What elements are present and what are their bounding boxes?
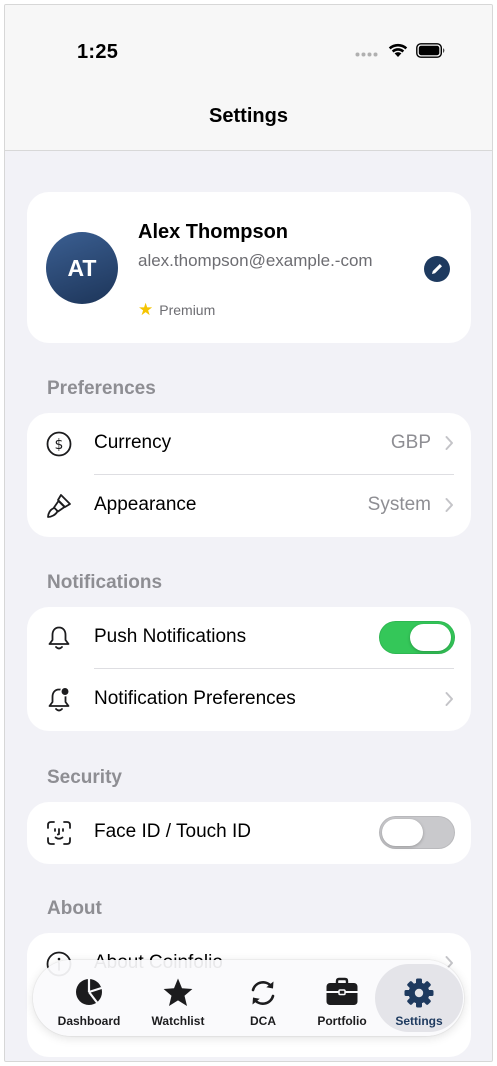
section-header-preferences: Preferences (47, 378, 156, 399)
notification-preferences-row[interactable]: Notification Preferences (27, 669, 471, 731)
chevron-right-icon (445, 436, 453, 450)
tab-portfolio-label: Portfolio (317, 1014, 367, 1028)
pencil-icon (432, 264, 442, 274)
tab-dca-label: DCA (250, 1014, 276, 1028)
toggle-knob (410, 624, 451, 651)
currency-label: Currency (94, 432, 172, 453)
push-notifications-toggle[interactable] (379, 621, 455, 654)
refresh-icon (251, 981, 275, 1005)
tab-bar: Dashboard Watchlist DCA Portfolio Settin… (33, 960, 464, 1036)
faceid-toggle[interactable] (379, 816, 455, 849)
appearance-row[interactable]: Appearance System (27, 475, 471, 537)
status-time: 1:25 (77, 41, 119, 63)
face-id-icon (47, 821, 71, 845)
star-icon: ★ (138, 300, 154, 319)
notification-preferences-label: Notification Preferences (94, 688, 296, 709)
section-header-notifications: Notifications (47, 572, 163, 593)
star-icon (163, 978, 193, 1006)
tab-watchlist[interactable]: Watchlist (135, 964, 221, 1032)
profile-name: Alex Thompson (138, 221, 289, 243)
tab-settings-label: Settings (395, 1014, 443, 1028)
push-notifications-label: Push Notifications (94, 626, 247, 647)
security-card: Face ID / Touch ID (27, 802, 471, 864)
currency-value: GBP (390, 432, 431, 453)
svg-text:$: $ (55, 437, 64, 453)
gear-icon (404, 978, 434, 1008)
battery-icon (416, 43, 445, 58)
chevron-right-icon (445, 692, 453, 706)
push-notifications-row: Push Notifications (27, 607, 471, 669)
tab-dca[interactable]: DCA (220, 964, 306, 1032)
briefcase-icon (326, 977, 358, 1005)
paintbrush-icon (47, 494, 71, 518)
premium-badge-label: Premium (159, 302, 216, 318)
tab-portfolio[interactable]: Portfolio (299, 964, 385, 1032)
appearance-value: System (367, 494, 431, 515)
toggle-knob (382, 819, 423, 846)
edit-profile-button[interactable] (424, 256, 450, 282)
tab-watchlist-label: Watchlist (151, 1014, 205, 1028)
profile-card[interactable]: AT Alex Thompson alex.thompson@example.-… (27, 192, 471, 343)
section-header-security: Security (47, 767, 122, 788)
bell-badge-icon (48, 686, 70, 712)
tab-dashboard-label: Dashboard (57, 1014, 121, 1028)
bell-icon (48, 626, 70, 650)
page-title: Settings (209, 105, 288, 127)
cellular-signal-icon (355, 52, 378, 57)
status-bar: 1:25 (5, 5, 492, 85)
profile-email: alex.thompson@example.-com (138, 251, 373, 270)
preferences-card: $ Currency GBP Appearance System (27, 413, 471, 537)
section-header-about: About (47, 898, 102, 919)
tab-settings[interactable]: Settings (375, 964, 463, 1032)
navigation-bar: Settings (5, 85, 492, 151)
dollar-circle-icon: $ (46, 431, 72, 457)
premium-badge: ★ Premium (138, 300, 215, 320)
tab-dashboard[interactable]: Dashboard (46, 964, 132, 1032)
phone-frame: 1:25 Settings AT Alex Thompson alex.thom… (4, 4, 493, 1062)
avatar: AT (46, 232, 118, 304)
chevron-right-icon (445, 498, 453, 512)
pie-chart-icon (76, 979, 102, 1005)
currency-row[interactable]: $ Currency GBP (27, 413, 471, 475)
faceid-row: Face ID / Touch ID (27, 802, 471, 864)
notifications-card: Push Notifications Notification Preferen… (27, 607, 471, 731)
appearance-label: Appearance (94, 494, 197, 515)
wifi-icon (388, 43, 408, 57)
faceid-label: Face ID / Touch ID (94, 821, 251, 842)
